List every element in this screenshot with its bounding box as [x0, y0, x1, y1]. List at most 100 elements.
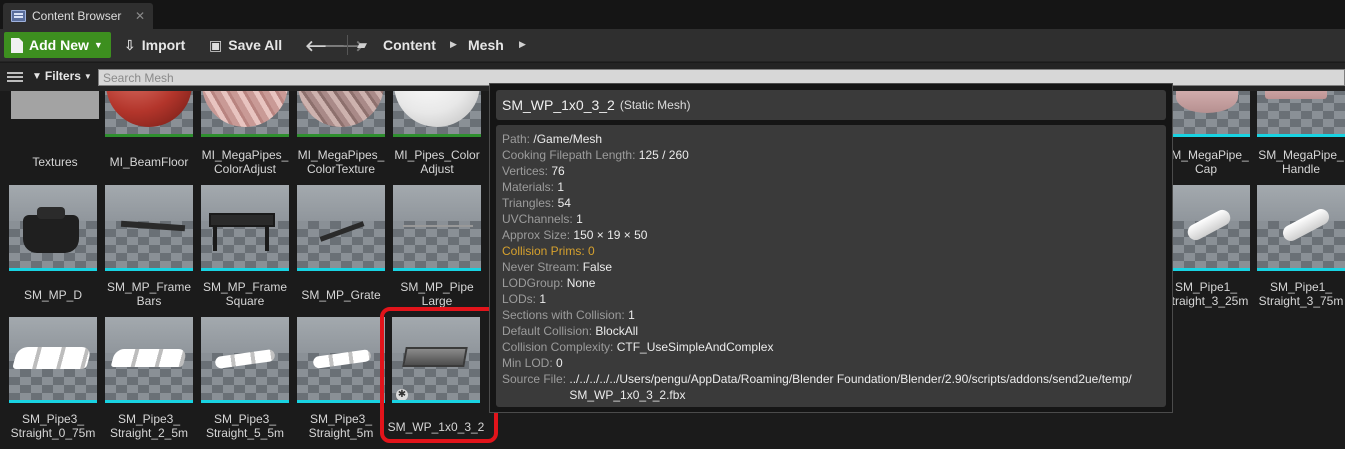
asset-thumbnail — [201, 185, 289, 271]
asset-label: SM_MP_Frame Square — [202, 280, 288, 308]
asset-label: SM_WP_1x0_3_2 — [387, 420, 485, 434]
filters-button[interactable]: ▼ Filters ▼ — [32, 69, 92, 83]
tooltip-row: Cooking Filepath Length: 125 / 260 — [502, 147, 1166, 163]
tooltip-row: LODGroup: None — [502, 275, 1166, 291]
asset-thumbnail — [393, 91, 481, 137]
save-all-button[interactable]: ▣ Save All — [209, 32, 282, 58]
asset-thumbnail — [201, 317, 289, 403]
tooltip-row-key: Path: — [502, 132, 531, 146]
tooltip-row: UVChannels: 1 — [502, 211, 1166, 227]
import-button[interactable]: ⇩ Import — [124, 32, 185, 58]
tooltip-row-value: 0 — [556, 356, 563, 370]
asset-thumbnail: ✱ — [392, 317, 480, 403]
asset-thumbnail — [105, 317, 193, 403]
asset-label: SM_MegaPipe_ Handle — [1258, 148, 1344, 176]
tooltip-row-key: Sections with Collision: — [502, 308, 625, 322]
tooltip-row: Materials: 1 — [502, 179, 1166, 195]
content-browser-icon — [11, 10, 26, 22]
asset-thumbnail — [297, 185, 385, 271]
tooltip-row-value: /Game/Mesh — [533, 132, 603, 146]
tooltip-row-key: Triangles: — [502, 196, 555, 210]
chevron-down-icon: ▼ — [83, 71, 92, 81]
save-icon: ▣ — [209, 36, 223, 53]
asset-thumbnail — [201, 91, 289, 137]
tab-strip: Content Browser ✕ — [0, 0, 1345, 29]
breadcrumb-content[interactable]: Content — [383, 32, 436, 58]
breadcrumb-arrow-icon[interactable]: ▶ — [450, 39, 457, 50]
tooltip-row-value: BlockAll — [595, 324, 639, 338]
tooltip-row-key: Collision Complexity: — [502, 340, 614, 354]
tooltip-row: Source File: ../../../../../Users/pengu/… — [502, 371, 1166, 403]
tooltip-row-key: Min LOD: — [502, 356, 553, 370]
tooltip-row: Collision Prims: 0 — [502, 243, 1166, 259]
asset-label: SM_Pipe3_ Straight_2_5m — [109, 412, 189, 440]
add-new-button[interactable]: Add New ▼ — [4, 32, 111, 58]
tooltip-row-value: CTF_UseSimpleAndComplex — [616, 340, 774, 354]
asset-label: SM_MP_Pipe Large — [400, 280, 474, 308]
asset-thumbnail — [105, 185, 193, 271]
tooltip-row-key: LODGroup: — [502, 276, 564, 290]
tooltip-row-value: 54 — [557, 196, 571, 210]
asset-thumbnail — [393, 185, 481, 271]
tooltip-row-value: 76 — [551, 164, 565, 178]
view-options-icon[interactable] — [7, 72, 23, 83]
tooltip-row-value: 1 — [628, 308, 635, 322]
asset-thumbnail — [1162, 91, 1250, 137]
breadcrumb-arrow-icon[interactable]: ▶ — [519, 39, 526, 50]
tooltip-row-key: Approx Size: — [502, 228, 571, 242]
asset-thumbnail — [9, 317, 97, 403]
tooltip-row: Approx Size: 150 × 19 × 50 — [502, 227, 1166, 243]
asset-label: SM_MP_Frame Bars — [106, 280, 192, 308]
tooltip-row: Collision Complexity: CTF_UseSimpleAndCo… — [502, 339, 1166, 355]
asset-tooltip: SM_WP_1x0_3_2 (Static Mesh) Path: /Game/… — [489, 83, 1173, 413]
tooltip-row-value: None — [566, 276, 596, 290]
tooltip-row-value: 150 × 19 × 50 — [573, 228, 648, 242]
tab-content-browser[interactable]: Content Browser ✕ — [3, 3, 153, 29]
tooltip-row-key: Vertices: — [502, 164, 549, 178]
asset-label: MI_MegaPipes_ ColorAdjust — [201, 148, 289, 176]
tooltip-row-key: Cooking Filepath Length: — [502, 148, 636, 162]
folder-icon[interactable]: ▰ — [357, 37, 367, 53]
tooltip-row: Triangles: 54 — [502, 195, 1166, 211]
tooltip-row-value: 0 — [588, 244, 595, 258]
tab-label: Content Browser — [32, 9, 122, 23]
tooltip-row-key: Never Stream: — [502, 260, 580, 274]
asset-label: MI_MegaPipes_ ColorTexture — [297, 148, 385, 176]
tooltip-row: Vertices: 76 — [502, 163, 1166, 179]
tooltip-details: Path: /Game/Mesh Cooking Filepath Length:… — [496, 125, 1166, 407]
import-label: Import — [141, 37, 186, 53]
tooltip-row-value: False — [582, 260, 613, 274]
tooltip-asset-name: SM_WP_1x0_3_2 — [502, 97, 615, 113]
tooltip-row-key: Collision Prims: — [502, 244, 585, 258]
asset-label: SM_MP_D — [23, 288, 82, 302]
funnel-icon: ▼ — [32, 70, 42, 82]
tooltip-row-key: Default Collision: — [502, 324, 593, 338]
asset-label: SM_Pipe3_ Straight_5m — [308, 412, 374, 440]
breadcrumb-mesh[interactable]: Mesh — [468, 32, 504, 58]
tooltip-row-key: Materials: — [502, 180, 555, 194]
asset-label: MI_BeamFloor — [109, 155, 189, 169]
asset-thumbnail — [9, 185, 97, 271]
import-icon: ⇩ — [124, 36, 136, 53]
save-all-label: Save All — [228, 37, 283, 53]
asset-label: SM_Pipe3_ Straight_5_5m — [205, 412, 285, 440]
asset-label: SM_Pipe1_ Straight_3_75m — [1258, 280, 1344, 308]
tooltip-header: SM_WP_1x0_3_2 (Static Mesh) — [496, 90, 1166, 120]
add-new-label: Add New — [29, 37, 89, 53]
asset-label: SM_MP_Grate — [301, 288, 381, 302]
new-file-icon — [11, 37, 23, 53]
toolbar-divider — [347, 35, 348, 55]
tooltip-row: Path: /Game/Mesh — [502, 131, 1166, 147]
tooltip-row-value: 1 — [539, 292, 547, 306]
close-icon[interactable]: ✕ — [135, 9, 145, 23]
tooltip-asset-type: (Static Mesh) — [619, 98, 691, 112]
tooltip-row-key: Source File: — [502, 372, 567, 386]
toolbar: Add New ▼ ⇩ Import ▣ Save All 🡐 🡒 ▰ Cont… — [0, 29, 1345, 62]
tooltip-row-value: 1 — [557, 180, 565, 194]
tooltip-row-key: UVChannels: — [502, 212, 573, 226]
filters-label: Filters — [44, 69, 81, 83]
tooltip-row-value: 1 — [576, 212, 583, 226]
chevron-down-icon: ▼ — [93, 40, 103, 50]
tooltip-row: Never Stream: False — [502, 259, 1166, 275]
tooltip-row-value: 125 / 260 — [638, 148, 689, 162]
